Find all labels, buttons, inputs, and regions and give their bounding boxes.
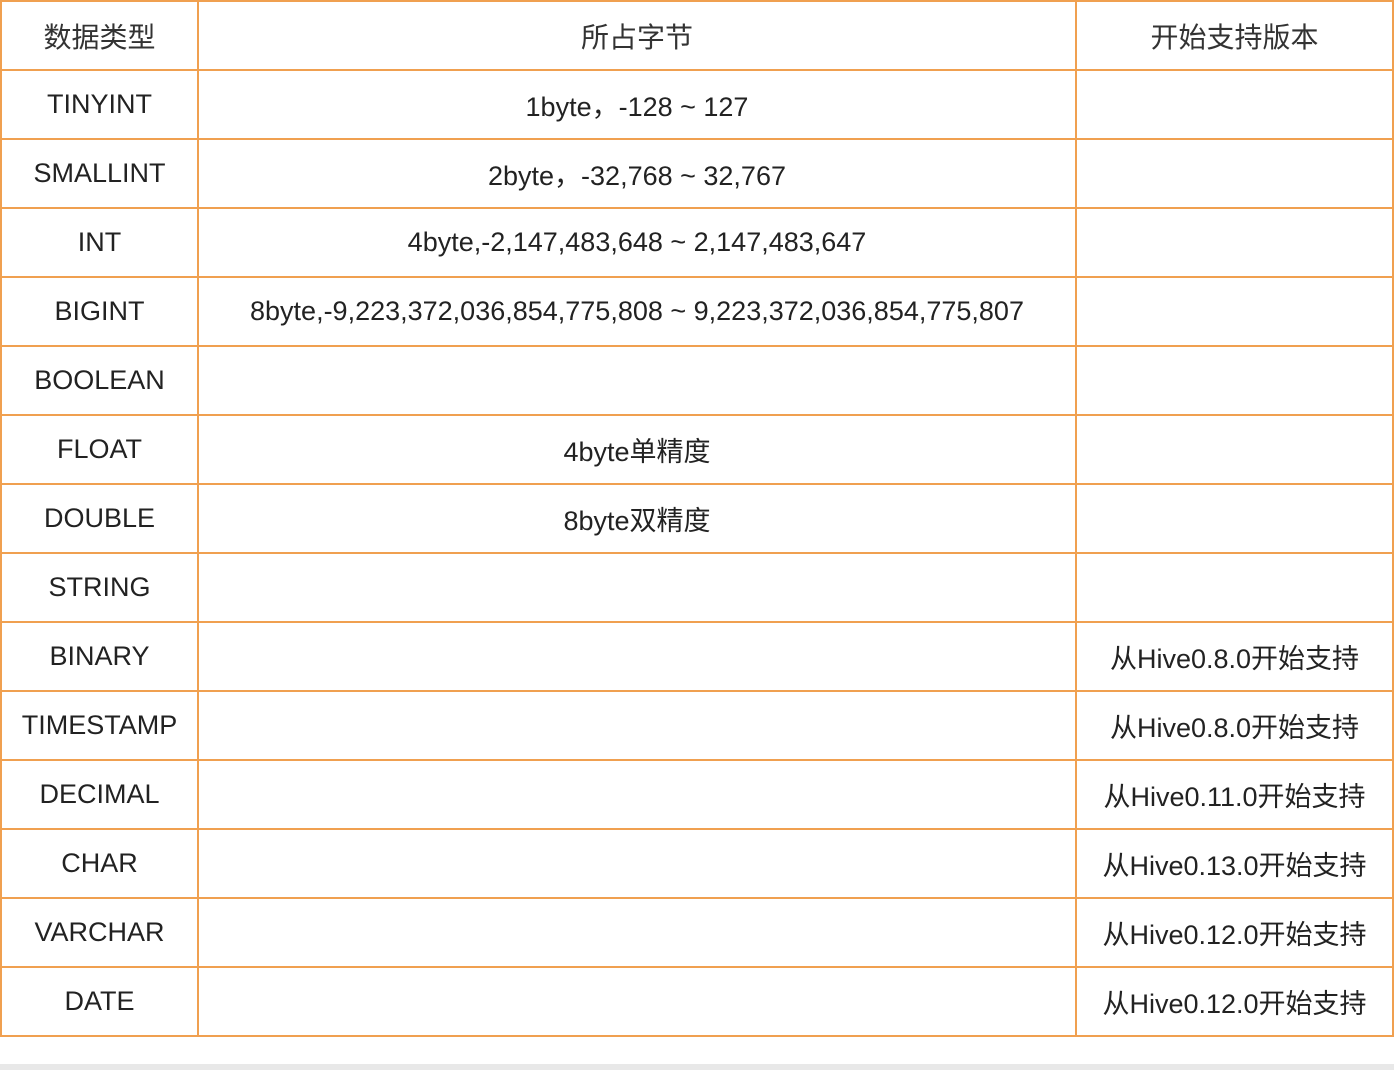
cell-type: CHAR [0, 828, 199, 899]
data-types-table: 数据类型 所占字节 开始支持版本 TINYINT 1byte，-128 ~ 12… [0, 0, 1394, 1037]
table-row: SMALLINT 2byte，-32,768 ~ 32,767 [0, 138, 1394, 209]
cell-bytes [197, 759, 1077, 830]
table-row: DATE 从Hive0.12.0开始支持 [0, 966, 1394, 1037]
cell-bytes: 4byte,-2,147,483,648 ~ 2,147,483,647 [197, 207, 1077, 278]
cell-type: INT [0, 207, 199, 278]
cell-since [1075, 483, 1394, 554]
cell-type: DOUBLE [0, 483, 199, 554]
cell-since: 从Hive0.11.0开始支持 [1075, 759, 1394, 830]
cell-type: BINARY [0, 621, 199, 692]
header-since-version: 开始支持版本 [1075, 0, 1394, 71]
cell-bytes [197, 552, 1077, 623]
header-bytes: 所占字节 [197, 0, 1077, 71]
cell-type: FLOAT [0, 414, 199, 485]
cell-bytes: 1byte，-128 ~ 127 [197, 69, 1077, 140]
cell-bytes [197, 897, 1077, 968]
table-row: BIGINT 8byte,-9,223,372,036,854,775,808 … [0, 276, 1394, 347]
cell-type: TIMESTAMP [0, 690, 199, 761]
bottom-divider [0, 1064, 1394, 1070]
table-row: VARCHAR 从Hive0.12.0开始支持 [0, 897, 1394, 968]
cell-type: TINYINT [0, 69, 199, 140]
cell-bytes [197, 690, 1077, 761]
table-row: STRING [0, 552, 1394, 623]
table-row: BOOLEAN [0, 345, 1394, 416]
cell-since: 从Hive0.12.0开始支持 [1075, 897, 1394, 968]
table-row: FLOAT 4byte单精度 [0, 414, 1394, 485]
cell-since [1075, 345, 1394, 416]
cell-since [1075, 276, 1394, 347]
cell-bytes: 8byte,-9,223,372,036,854,775,808 ~ 9,223… [197, 276, 1077, 347]
cell-since [1075, 552, 1394, 623]
cell-type: BOOLEAN [0, 345, 199, 416]
table-row: INT 4byte,-2,147,483,648 ~ 2,147,483,647 [0, 207, 1394, 278]
cell-since [1075, 414, 1394, 485]
cell-since: 从Hive0.12.0开始支持 [1075, 966, 1394, 1037]
cell-bytes: 8byte双精度 [197, 483, 1077, 554]
cell-since [1075, 138, 1394, 209]
cell-since: 从Hive0.8.0开始支持 [1075, 690, 1394, 761]
table-header-row: 数据类型 所占字节 开始支持版本 [0, 0, 1394, 71]
cell-type: DECIMAL [0, 759, 199, 830]
cell-since [1075, 69, 1394, 140]
table-row: TINYINT 1byte，-128 ~ 127 [0, 69, 1394, 140]
header-data-type: 数据类型 [0, 0, 199, 71]
cell-since: 从Hive0.13.0开始支持 [1075, 828, 1394, 899]
table-row: DOUBLE 8byte双精度 [0, 483, 1394, 554]
cell-type: VARCHAR [0, 897, 199, 968]
cell-bytes [197, 345, 1077, 416]
cell-since [1075, 207, 1394, 278]
cell-type: DATE [0, 966, 199, 1037]
cell-bytes: 2byte，-32,768 ~ 32,767 [197, 138, 1077, 209]
table-row: CHAR 从Hive0.13.0开始支持 [0, 828, 1394, 899]
table-row: DECIMAL 从Hive0.11.0开始支持 [0, 759, 1394, 830]
cell-type: STRING [0, 552, 199, 623]
cell-type: BIGINT [0, 276, 199, 347]
cell-type: SMALLINT [0, 138, 199, 209]
cell-bytes [197, 966, 1077, 1037]
cell-bytes: 4byte单精度 [197, 414, 1077, 485]
table-row: BINARY 从Hive0.8.0开始支持 [0, 621, 1394, 692]
cell-bytes [197, 621, 1077, 692]
cell-since: 从Hive0.8.0开始支持 [1075, 621, 1394, 692]
table-row: TIMESTAMP 从Hive0.8.0开始支持 [0, 690, 1394, 761]
cell-bytes [197, 828, 1077, 899]
